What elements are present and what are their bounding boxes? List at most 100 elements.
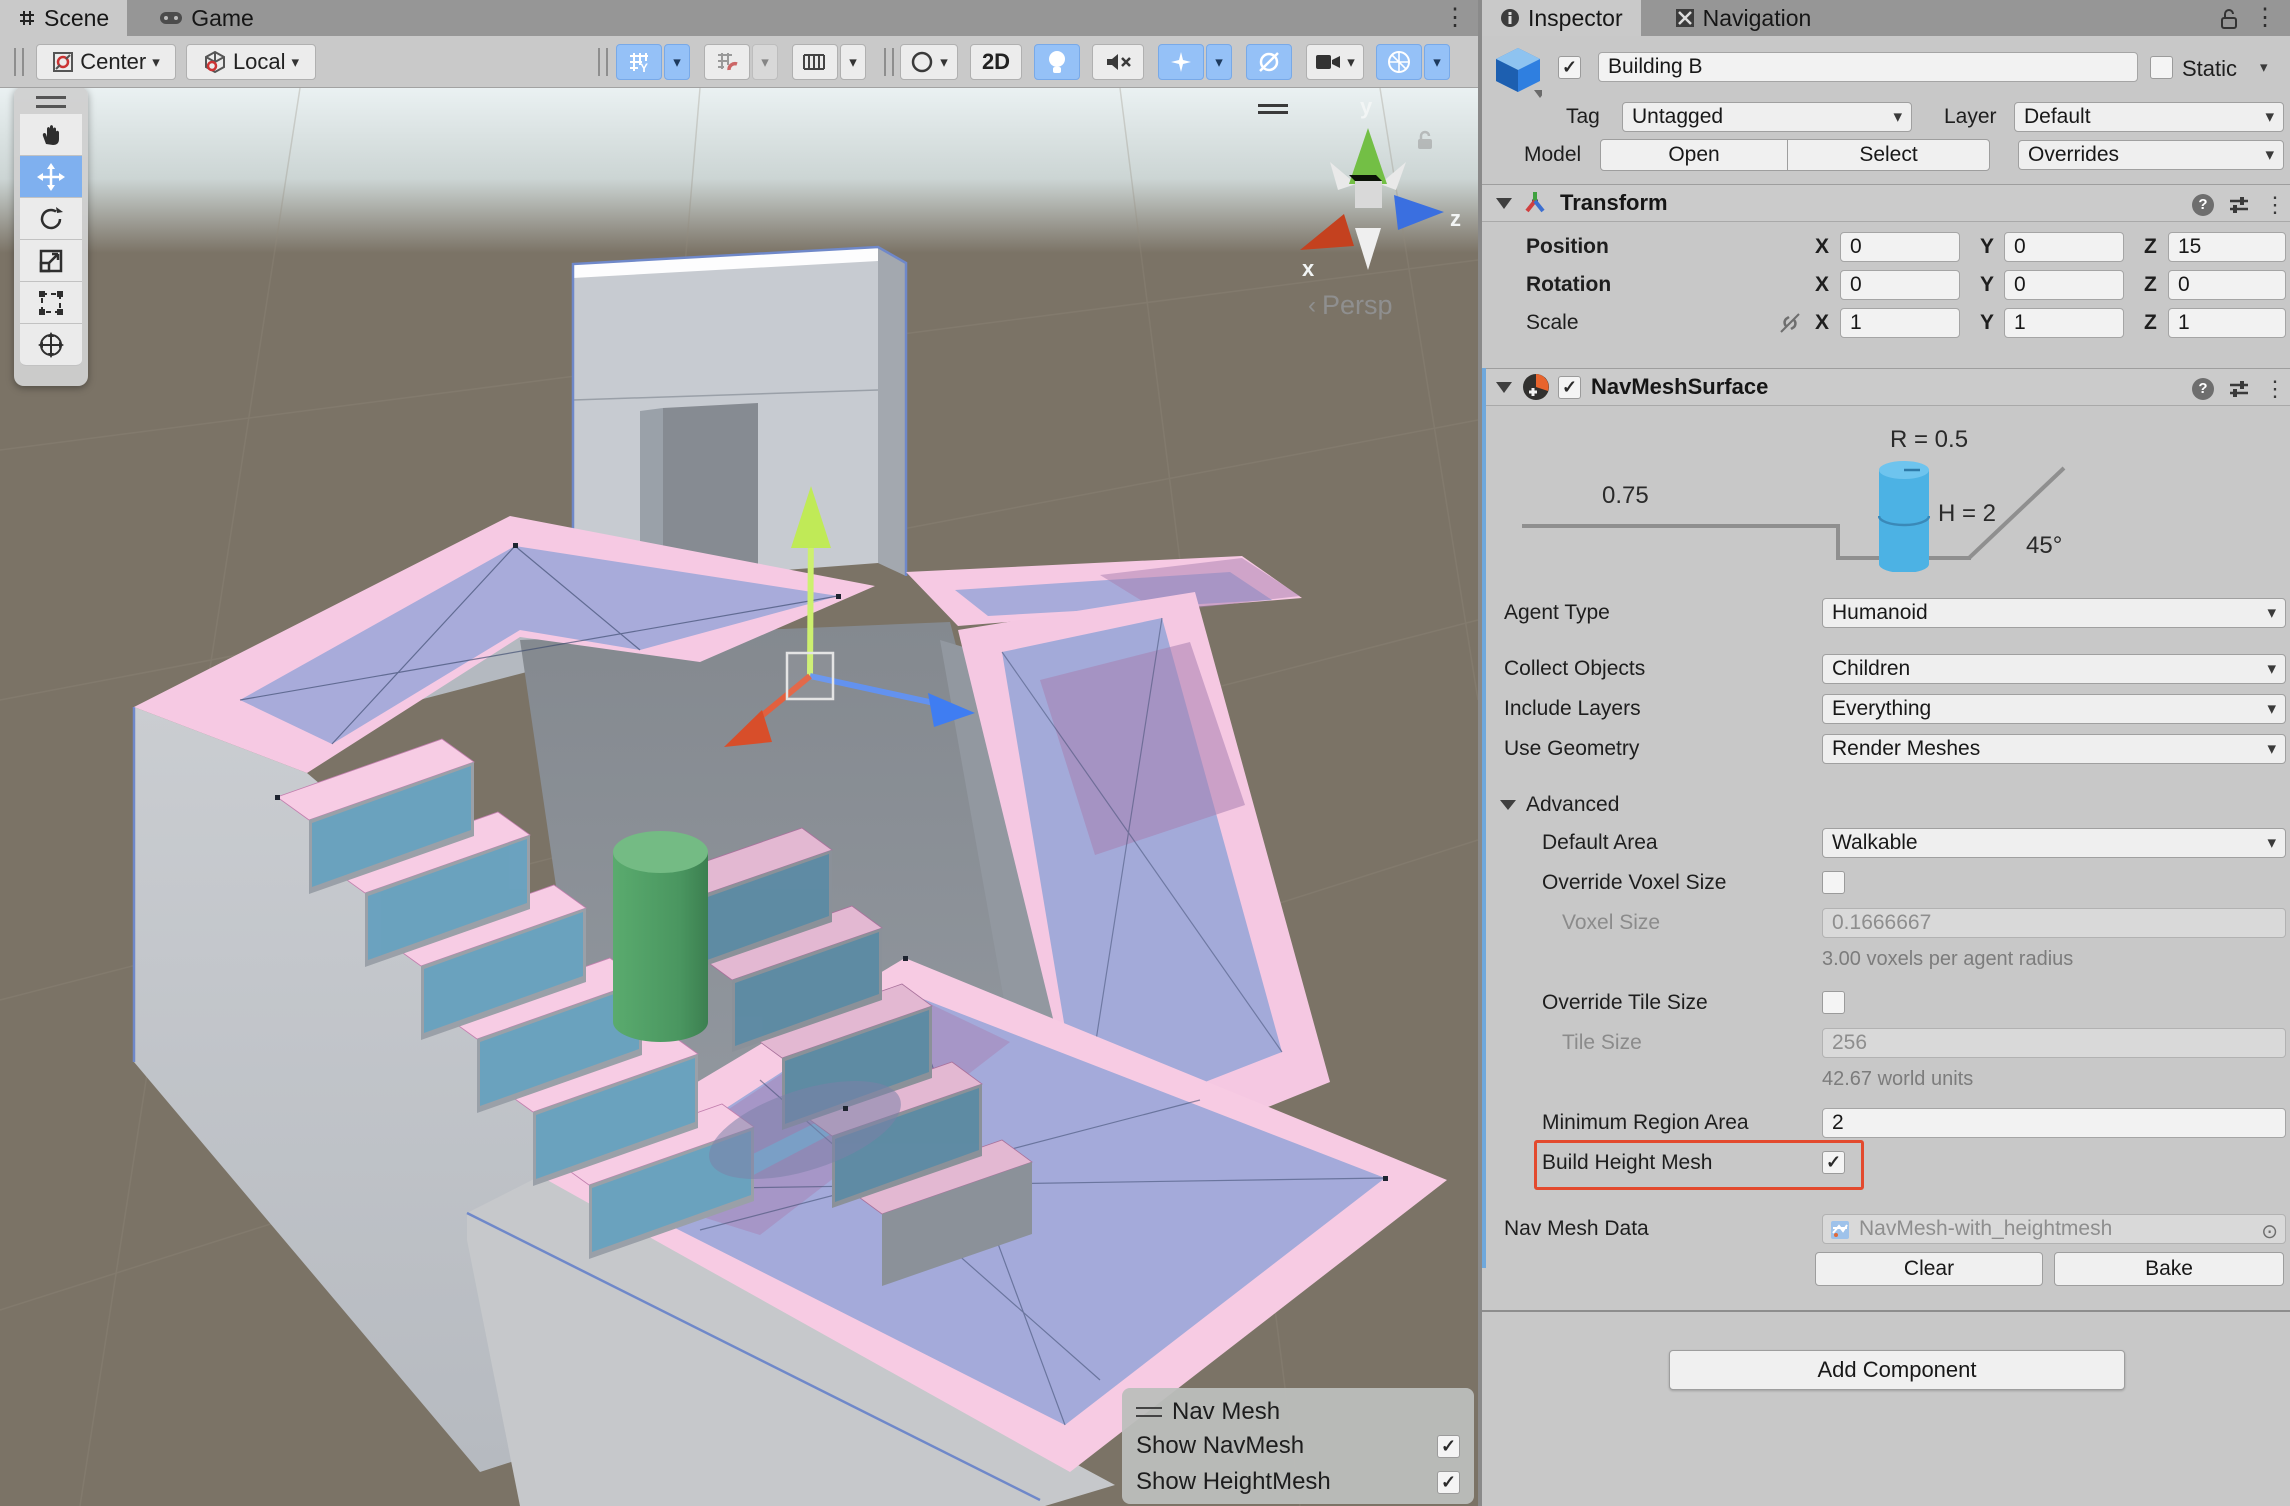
toolbar-drag-handle[interactable] (884, 48, 894, 76)
tab-game[interactable]: Game (141, 0, 272, 36)
bulb-icon (1047, 49, 1067, 75)
inspector-lock-icon[interactable] (2220, 8, 2238, 30)
camera-view-button[interactable]: ▾ (1306, 44, 1364, 80)
tab-scene[interactable]: Scene (0, 0, 127, 36)
rotation-z-field[interactable]: 0 (2168, 270, 2286, 300)
model-open-button[interactable]: Open (1600, 139, 1788, 171)
default-area-dropdown[interactable]: Walkable (1822, 828, 2286, 858)
rotation-y-field[interactable]: 0 (2004, 270, 2124, 300)
effects-dropdown[interactable]: ▾ (1206, 44, 1232, 80)
inspector-menu-kebab-icon[interactable] (2250, 2, 2280, 34)
help-icon[interactable]: ? (2192, 194, 2214, 216)
component-enabled-checkbox[interactable] (1558, 376, 1581, 399)
hand-tool-button[interactable] (20, 114, 82, 156)
pivot-mode-button[interactable]: Center▾ (36, 44, 176, 80)
gizmos-dropdown[interactable]: ▾ (1424, 44, 1450, 80)
presets-icon[interactable] (2228, 194, 2250, 216)
add-component-button[interactable]: Add Component (1669, 1350, 2125, 1390)
foldout-icon (1500, 800, 1516, 810)
eye-slash-icon (1256, 50, 1282, 74)
snap-increment-button[interactable] (704, 44, 750, 80)
gizmos-toggle-button[interactable] (1376, 44, 1422, 80)
gameobject-name-field[interactable]: Building B (1598, 52, 2138, 82)
layer-dropdown[interactable]: Default (2014, 102, 2284, 132)
override-tile-size-checkbox[interactable] (1822, 991, 1845, 1014)
persp-label: Persp (1322, 290, 1393, 321)
nav-mesh-data-field[interactable]: NavMesh-with_heightmesh (1822, 1214, 2286, 1244)
tools-drag-handle[interactable] (36, 96, 66, 108)
link-scale-icon[interactable] (1778, 312, 1802, 334)
foldout-icon[interactable] (1496, 198, 1512, 209)
effects-toggle-button[interactable] (1158, 44, 1204, 80)
grid-snapping-button[interactable]: Y (616, 44, 662, 80)
show-navmesh-checkbox[interactable] (1437, 1435, 1460, 1458)
advanced-foldout[interactable]: Advanced (1482, 790, 2290, 820)
transform-header[interactable]: Transform ? (1482, 184, 2290, 222)
audio-mute-button[interactable] (1092, 44, 1144, 80)
navmesh-overlay-title[interactable]: Nav Mesh (1136, 1396, 1460, 1428)
transform-tool-button[interactable] (20, 324, 82, 366)
model-select-button[interactable]: Select (1787, 139, 1990, 171)
scale-icon (38, 248, 64, 274)
move-tool-button[interactable] (20, 156, 82, 198)
include-layers-dropdown[interactable]: Everything (1822, 694, 2286, 724)
static-checkbox[interactable] (2150, 56, 2173, 79)
draw-mode-button[interactable]: ▾ (900, 44, 958, 80)
ruler-tool-button[interactable] (792, 44, 838, 80)
overrides-dropdown[interactable]: Overrides (2018, 140, 2284, 170)
rotate-tool-button[interactable] (20, 198, 82, 240)
gamepad-icon (159, 10, 183, 26)
tile-size-field: 256 (1822, 1028, 2286, 1058)
scale-x-field[interactable]: 1 (1840, 308, 1960, 338)
scale-y-field[interactable]: 1 (2004, 308, 2124, 338)
clear-button[interactable]: Clear (1815, 1252, 2043, 1286)
tag-dropdown[interactable]: Untagged (1622, 102, 1912, 132)
agent-settings-diagram: 0.75 R = 0.5 H = 2 45° (1482, 418, 2290, 592)
navmeshsurface-header[interactable]: NavMeshSurface ? (1482, 368, 2290, 406)
lighting-toggle-button[interactable] (1034, 44, 1080, 80)
gizmo-overlay-handle[interactable] (1258, 104, 1288, 114)
minimum-region-area-field[interactable]: 2 (1822, 1108, 2286, 1138)
position-z-field[interactable]: 15 (2168, 232, 2286, 262)
minimum-region-area-label: Minimum Region Area (1542, 1111, 1749, 1135)
orientation-button[interactable]: Local▾ (186, 44, 316, 80)
scene-visibility-button[interactable] (1246, 44, 1292, 80)
position-y-field[interactable]: 0 (2004, 232, 2124, 262)
projection-mode[interactable]: ‹Persp (1308, 290, 1393, 321)
overlay-drag-handle-icon (1136, 1407, 1162, 1417)
use-geometry-dropdown[interactable]: Render Meshes (1822, 734, 2286, 764)
scene-viewport[interactable]: y z x ‹Persp Nav Mesh Show NavMesh Show … (0, 88, 1478, 1506)
kebab-icon[interactable] (2264, 192, 2286, 218)
advanced-label: Advanced (1526, 793, 1619, 817)
scale-tool-button[interactable] (20, 240, 82, 282)
bake-button[interactable]: Bake (2054, 1252, 2284, 1286)
tab-navigation[interactable]: Navigation (1657, 0, 1830, 36)
rect-tool-button[interactable] (20, 282, 82, 324)
rotation-x-field[interactable]: 0 (1840, 270, 1960, 300)
show-heightmesh-checkbox[interactable] (1437, 1471, 1460, 1494)
tab-inspector[interactable]: Inspector (1482, 0, 1641, 36)
foldout-icon[interactable] (1496, 382, 1512, 393)
navmeshsurface-title: NavMeshSurface (1591, 374, 1768, 400)
2d-toggle-button[interactable]: 2D (970, 44, 1022, 80)
axis-y: Y (1980, 235, 1994, 259)
toolbar-drag-handle[interactable] (598, 48, 608, 76)
scene-menu-kebab-icon[interactable] (1440, 2, 1470, 34)
agent-type-dropdown[interactable]: Humanoid (1822, 598, 2286, 628)
toolbar-drag-handle[interactable] (14, 48, 24, 76)
presets-icon[interactable] (2228, 378, 2250, 400)
kebab-icon[interactable] (2264, 376, 2286, 402)
snap-increment-dropdown[interactable]: ▾ (752, 44, 778, 80)
orientation-gizmo[interactable]: y z x ‹Persp (1272, 98, 1478, 328)
collect-objects-dropdown[interactable]: Children (1822, 654, 2286, 684)
ruler-dropdown[interactable]: ▾ (840, 44, 866, 80)
object-picker-icon[interactable] (2261, 1218, 2278, 1246)
gameobject-enabled-checkbox[interactable] (1558, 56, 1581, 79)
scale-z-field[interactable]: 1 (2168, 308, 2286, 338)
static-dropdown-arrow[interactable]: ▾ (2260, 58, 2268, 76)
include-layers-label: Include Layers (1504, 697, 1641, 721)
override-voxel-size-checkbox[interactable] (1822, 871, 1845, 894)
position-x-field[interactable]: 0 (1840, 232, 1960, 262)
grid-snapping-dropdown[interactable]: ▾ (664, 44, 690, 80)
help-icon[interactable]: ? (2192, 378, 2214, 400)
